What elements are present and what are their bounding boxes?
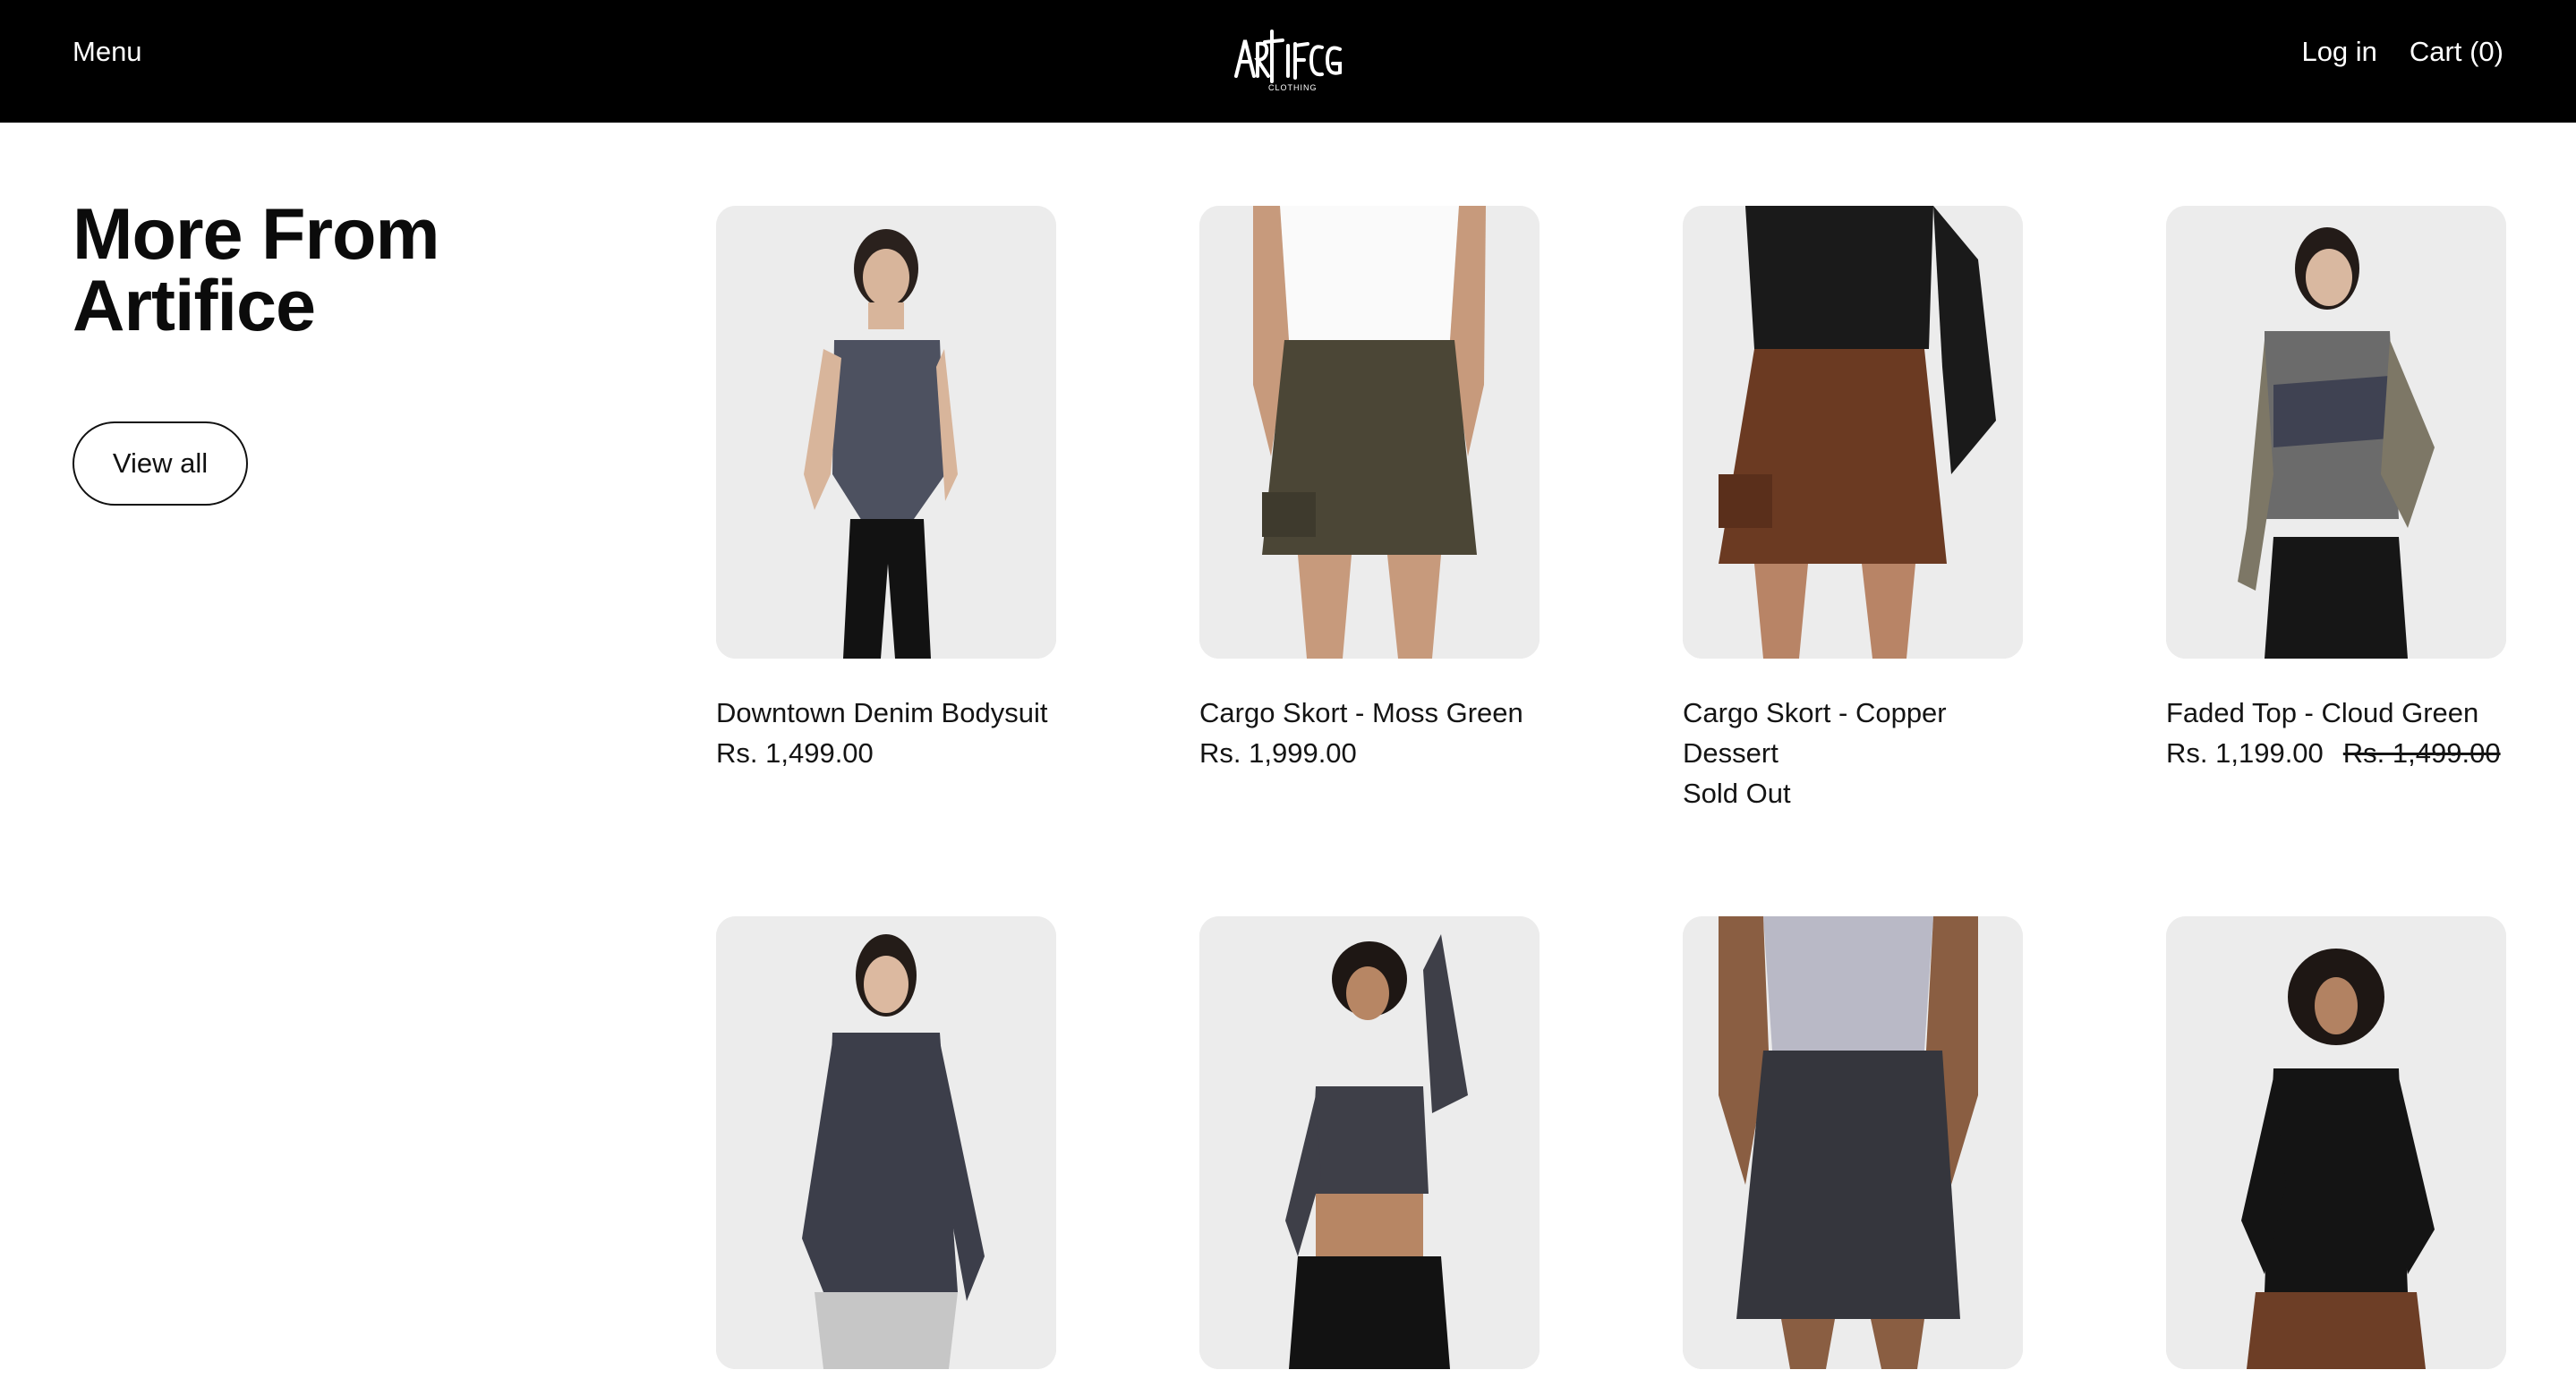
product-card[interactable]: Downtown Denim Bodysuit Rs. 1,499.00 xyxy=(716,206,1056,773)
product-price: Rs. 1,999.00 xyxy=(1199,733,1540,773)
product-name[interactable]: Downtown Denim Bodysuit xyxy=(716,693,1056,733)
svg-text:CLOTHING: CLOTHING xyxy=(1268,83,1318,92)
product-image[interactable] xyxy=(2166,916,2506,1369)
price-current: Rs. 1,499.00 xyxy=(716,737,874,769)
sold-out-badge: Sold Out xyxy=(1683,778,1791,809)
product-image[interactable] xyxy=(1683,206,2023,659)
product-card[interactable]: Cargo Skort - Copper Dessert Sold Out xyxy=(1683,206,2023,813)
product-image[interactable] xyxy=(1199,916,1540,1369)
model-photo-icon xyxy=(1199,206,1540,659)
view-all-button[interactable]: View all xyxy=(73,421,248,506)
price-current: Rs. 1,199.00 xyxy=(2166,737,2324,769)
site-header: Menu CLOTHING Log in Cart (0) xyxy=(0,0,2576,123)
model-photo-icon xyxy=(2166,206,2506,659)
product-card[interactable] xyxy=(716,916,1056,1369)
section-title: More From Artifice xyxy=(73,194,440,346)
product-name[interactable]: Cargo Skort - Copper Dessert xyxy=(1683,693,2023,773)
model-photo-icon xyxy=(1683,206,2023,659)
model-photo-icon xyxy=(1199,916,1540,1369)
product-card[interactable] xyxy=(1199,916,1540,1369)
price-current: Rs. 1,999.00 xyxy=(1199,737,1357,769)
product-card[interactable]: Cargo Skort - Moss Green Rs. 1,999.00 xyxy=(1199,206,1540,773)
model-photo-icon xyxy=(716,206,1056,659)
model-photo-icon xyxy=(716,916,1056,1369)
product-price: Rs. 1,499.00 xyxy=(716,733,1056,773)
header-right-nav: Log in Cart (0) xyxy=(2301,36,2503,68)
product-name[interactable]: Faded Top - Cloud Green xyxy=(2166,693,2506,733)
artifice-logo-icon: CLOTHING xyxy=(1234,30,1342,92)
menu-button[interactable]: Menu xyxy=(73,36,142,68)
model-photo-icon xyxy=(2166,916,2506,1369)
model-photo-icon xyxy=(1683,916,2023,1369)
price-compare: Rs. 1,499.00 xyxy=(2342,737,2501,769)
product-image[interactable] xyxy=(1199,206,1540,659)
product-price: Rs. 1,199.00 Rs. 1,499.00 xyxy=(2166,733,2506,773)
brand-logo[interactable]: CLOTHING xyxy=(1233,22,1343,94)
product-image[interactable] xyxy=(2166,206,2506,659)
cart-link[interactable]: Cart (0) xyxy=(2410,36,2503,68)
product-image[interactable] xyxy=(716,206,1056,659)
product-name[interactable]: Cargo Skort - Moss Green xyxy=(1199,693,1540,733)
login-link[interactable]: Log in xyxy=(2301,36,2376,68)
product-image[interactable] xyxy=(716,916,1056,1369)
product-card[interactable] xyxy=(1683,916,2023,1369)
product-image[interactable] xyxy=(1683,916,2023,1369)
product-card[interactable] xyxy=(2166,916,2506,1369)
product-card[interactable]: Faded Top - Cloud Green Rs. 1,199.00 Rs. … xyxy=(2166,206,2506,773)
